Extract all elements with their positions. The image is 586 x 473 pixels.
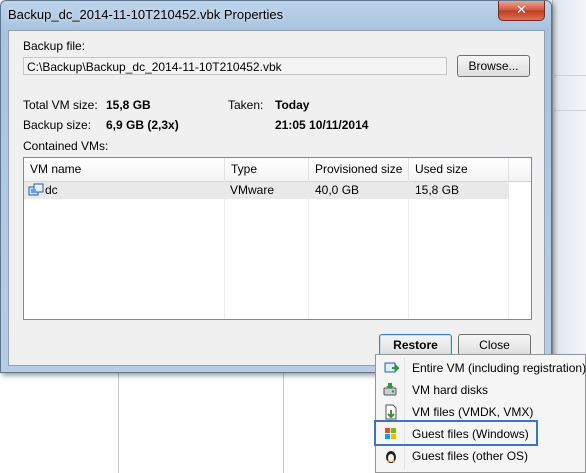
linux-guest-files-icon — [383, 448, 399, 464]
column-header-type[interactable]: Type — [225, 158, 309, 181]
backup-file-path-field[interactable]: C:\Backup\Backup_dc_2014-11-10T210452.vb… — [23, 57, 447, 75]
entire-vm-icon — [383, 360, 401, 376]
menu-item-guest-files-other-os[interactable]: Guest files (other OS) — [378, 445, 584, 467]
column-header-provisioned-size[interactable]: Provisioned size — [309, 158, 409, 181]
window-title: Backup_dc_2014-11-10T210452.vbk Properti… — [8, 7, 284, 22]
menu-item-entire-vm[interactable]: Entire VM (including registration) — [378, 357, 586, 379]
column-divider — [408, 181, 409, 319]
vm-type-cell: VMware — [230, 183, 275, 197]
restore-dropdown-menu: Entire VM (including registration) VM ha… — [375, 354, 586, 473]
vm-icon — [28, 182, 44, 203]
vm-files-icon — [383, 404, 399, 420]
column-header-vm-name[interactable]: VM name — [24, 158, 225, 181]
menu-item-label: Entire VM (including registration) — [412, 361, 586, 375]
highlight-annotation-box — [374, 420, 538, 446]
vm-used-cell: 15,8 GB — [415, 183, 460, 197]
menu-item-vm-hard-disks[interactable]: VM hard disks — [378, 379, 584, 401]
backup-file-label: Backup file: — [23, 39, 86, 53]
vm-name-cell: dc — [45, 183, 58, 197]
list-header: VM name Type Provisioned size Used size — [24, 158, 531, 182]
close-button[interactable]: Close — [458, 334, 531, 356]
background-divider — [552, 75, 586, 76]
browse-button[interactable]: Browse... — [457, 55, 530, 77]
background-divider — [118, 373, 119, 473]
dialog-body: Backup file: C:\Backup\Backup_dc_2014-11… — [8, 30, 545, 366]
taken-label: Taken: — [228, 98, 264, 112]
window-close-button[interactable]: ✕ — [498, 1, 545, 21]
contained-vms-label: Contained VMs: — [23, 139, 109, 153]
column-divider — [224, 181, 225, 319]
background-divider — [283, 373, 284, 473]
menu-item-label: Guest files (other OS) — [412, 449, 529, 463]
column-divider — [508, 181, 509, 319]
total-vm-size-value: 15,8 GB — [106, 98, 151, 112]
backup-size-label: Backup size: — [23, 118, 92, 132]
total-vm-size-label: Total VM size: — [23, 98, 98, 112]
backup-size-value: 6,9 GB (2,3x) — [106, 118, 179, 132]
contained-vms-list[interactable]: VM name Type Provisioned size Used size … — [23, 157, 532, 320]
hard-disk-icon — [383, 382, 399, 398]
background-divider — [552, 110, 586, 111]
restore-button[interactable]: Restore — [379, 334, 452, 356]
column-divider — [308, 181, 309, 319]
menu-item-label: VM hard disks — [412, 383, 489, 397]
table-row[interactable]: dc VMware 40,0 GB 15,8 GB — [24, 182, 509, 199]
properties-dialog: Backup_dc_2014-11-10T210452.vbk Properti… — [0, 0, 552, 373]
background-window-edge — [552, 0, 586, 373]
column-header-used-size[interactable]: Used size — [409, 158, 509, 181]
taken-day-value: Today — [275, 98, 310, 112]
taken-time-value: 21:05 10/11/2014 — [275, 118, 369, 132]
close-icon: ✕ — [516, 2, 527, 17]
vm-provisioned-cell: 40,0 GB — [315, 183, 360, 197]
